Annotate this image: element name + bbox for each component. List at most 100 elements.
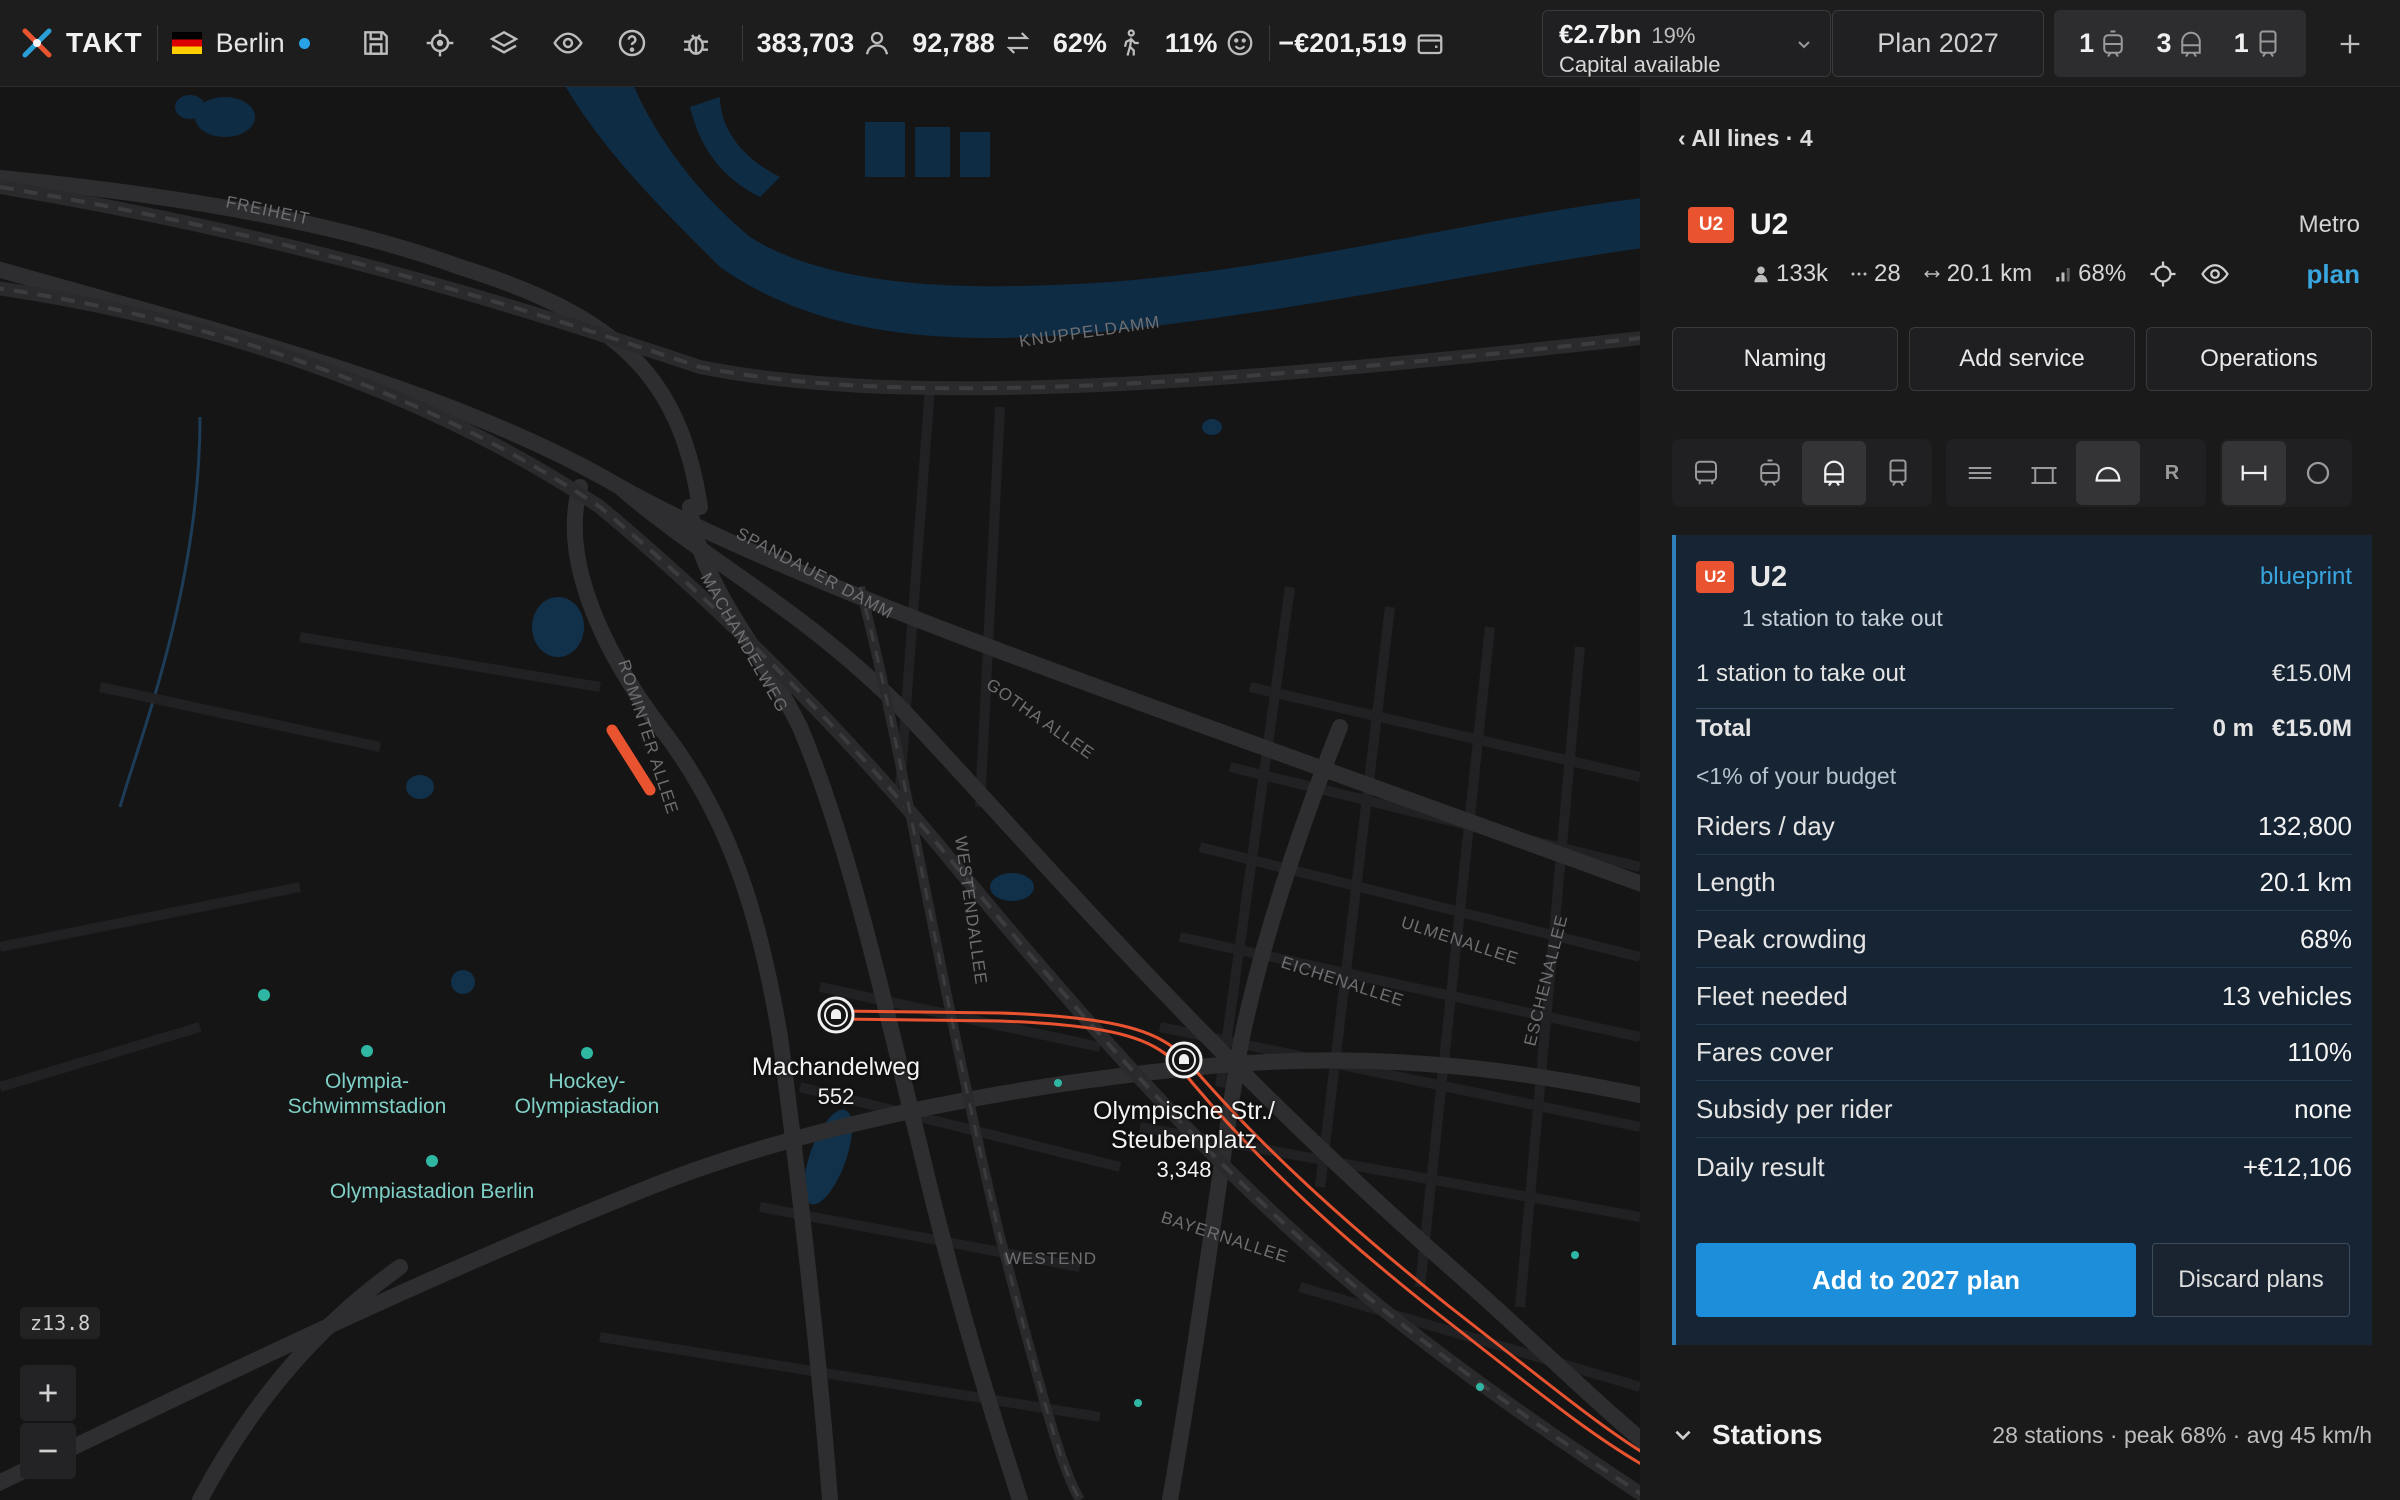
train-icon [2259, 30, 2277, 57]
zoom-in-button[interactable] [20, 1365, 76, 1421]
blueprint-line-name: U2 [1750, 560, 1788, 593]
metric-row: Length 20.1 km [1696, 855, 2352, 911]
metro-icon [2180, 31, 2201, 57]
line-name[interactable]: U2 [1750, 208, 1788, 242]
capital-value: €2.7bn [1559, 19, 1642, 49]
station-name: Machandelweg [751, 1053, 921, 1081]
chevron-down-icon [1798, 41, 1810, 49]
station-riders: 552 [817, 1084, 855, 1109]
train-mode-button[interactable] [1866, 441, 1930, 505]
tunnel-track-button[interactable] [2076, 441, 2140, 505]
help-icon [618, 29, 645, 57]
stations-section-toggle[interactable]: Stations 28 stations · peak 68% · avg 45… [1672, 1405, 2372, 1465]
add-to-plan-button[interactable]: Add to 2027 plan [1696, 1243, 2136, 1317]
fleet-tram: 1 [2079, 28, 2126, 59]
plan-year-button[interactable]: Plan 2027 [1832, 10, 2044, 77]
surface-track-button[interactable] [1948, 441, 2012, 505]
linear-shape-button[interactable] [2222, 441, 2286, 505]
transfer-icon [1006, 32, 1030, 54]
stations-dots-icon [1851, 272, 1867, 276]
total-value: €15.0M [2271, 715, 2352, 742]
street-label: WESTEND [1005, 1249, 1097, 1268]
naming-button[interactable]: Naming [1672, 327, 1898, 391]
all-lines-back-link[interactable]: ‹ All lines · 4 [1678, 125, 1813, 152]
station-marker[interactable] [817, 996, 855, 1034]
save-button[interactable] [344, 11, 408, 75]
debug-button[interactable] [664, 11, 728, 75]
station-name: Steubenplatz [1111, 1126, 1257, 1154]
city-selector[interactable]: Berlin [171, 27, 310, 59]
help-button[interactable] [600, 11, 664, 75]
city-name: Berlin [215, 27, 285, 58]
map-base-layer: FREIHEIT KNUPPELDAMM SPANDAUER DAMM MACH… [0, 87, 1640, 1500]
live-status-dot [298, 37, 310, 49]
capital-dropdown[interactable]: €2.7bn 19% Capital available [1542, 10, 1831, 77]
operations-button[interactable]: Operations [2146, 327, 2372, 391]
line-header: U2 U2 Metro [1688, 205, 2360, 245]
elevated-track-button[interactable] [2012, 441, 2076, 505]
plus-icon [2340, 34, 2360, 54]
layers-button[interactable] [472, 11, 536, 75]
poi-label: Olympiastadion Berlin [329, 1180, 535, 1203]
line-crowding: 68% [2054, 260, 2126, 288]
bus-mode-button[interactable] [1674, 441, 1738, 505]
app-name: TAKT [66, 27, 143, 58]
station-riders: 3,348 [1156, 1157, 1212, 1182]
zoom-out-button[interactable] [20, 1423, 76, 1479]
save-icon [363, 31, 388, 55]
stations-summary: 28 stations · peak 68% · avg 45 km/h [1992, 1421, 2372, 1448]
line-riders: 133k [1752, 260, 1828, 288]
blueprint-card: U2 U2 blueprint 1 station to take out 1 … [1672, 535, 2372, 1345]
smile-icon [1228, 30, 1253, 56]
street-label: MACHANDELWEG [697, 570, 793, 716]
plan-link[interactable]: plan [2307, 259, 2360, 290]
walk-share-stat: 62% [1053, 28, 1145, 59]
metric-row: Fares cover 110% [1696, 1025, 2352, 1081]
locate-button[interactable] [408, 11, 472, 75]
cost-row: 1 station to take out €15.0M [1696, 660, 2352, 688]
satisfaction-value: 11% [1164, 27, 1218, 58]
metro-icon [1824, 460, 1844, 487]
fleet-summary[interactable]: 1 3 1 [2054, 10, 2306, 77]
bus-icon [1695, 460, 1717, 485]
station-label[interactable]: Machandelweg 552 [736, 1053, 936, 1111]
visibility-button[interactable] [536, 11, 600, 75]
takt-logo-icon [22, 28, 52, 58]
street-label: SPANDAUER DAMM [733, 524, 897, 623]
metro-mode-button[interactable] [1802, 441, 1866, 505]
map-canvas[interactable]: FREIHEIT KNUPPELDAMM SPANDAUER DAMM MACH… [0, 87, 1640, 1500]
fleet-count: 1 [2079, 28, 2095, 58]
line-mode: Metro [2298, 211, 2360, 238]
locate-icon [426, 29, 453, 57]
capital-percent: 19% [1651, 23, 1696, 48]
locate-icon[interactable] [2148, 259, 2178, 289]
add-button[interactable] [2320, 14, 2380, 74]
tram-mode-button[interactable] [1738, 441, 1802, 505]
metric-row: Peak crowding 68% [1696, 912, 2352, 968]
eye-icon[interactable] [2200, 259, 2230, 289]
station-label[interactable]: Olympische Str./ Steubenplatz 3,348 [1064, 1097, 1304, 1184]
total-label: Total [1696, 715, 1752, 742]
app-logo[interactable]: TAKT [20, 26, 143, 60]
plus-icon [39, 1384, 57, 1402]
blueprint-subtitle: 1 station to take out [1742, 605, 1943, 631]
route-track-button[interactable]: R [2140, 441, 2204, 505]
stations-title: Stations [1712, 1419, 1823, 1450]
discard-plans-button[interactable]: Discard plans [2152, 1243, 2350, 1317]
fleet-metro: 3 [2156, 28, 2203, 59]
station-marker[interactable] [1165, 1041, 1203, 1079]
add-service-button[interactable]: Add service [1909, 327, 2135, 391]
loop-shape-button[interactable] [2286, 441, 2350, 505]
capital-label: Capital available [1559, 52, 1721, 77]
line-station-count: 28 [1850, 260, 1901, 288]
blueprint-tag[interactable]: blueprint [2260, 563, 2352, 591]
person-icon [866, 31, 889, 55]
person-icon [1754, 266, 1768, 283]
cashflow-value: −€201,519 [1278, 27, 1407, 58]
minus-icon [39, 1449, 57, 1453]
cashflow-stat: −€201,519 [1278, 28, 1444, 59]
track-type-group: R [1946, 439, 2206, 507]
walk-share-value: 62% [1052, 27, 1107, 58]
station-name: Olympische Str./ [1093, 1097, 1275, 1125]
elevated-icon [2031, 467, 2057, 484]
